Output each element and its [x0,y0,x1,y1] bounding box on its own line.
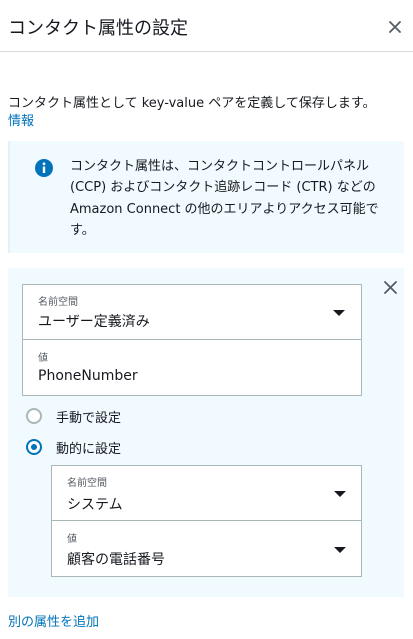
panel-title: コンタクト属性の設定 [8,18,188,39]
namespace-label: 名前空間 [38,297,78,308]
attribute-row: 名前空間 ユーザー定義済み 値 PhoneNumber 手動で設定 動的に設定 … [8,268,404,597]
radio-set-dynamically[interactable]: 動的に設定 [26,438,226,458]
dynamic-namespace-select[interactable]: 名前空間 システム [51,465,362,521]
radio-label: 手動で設定 [56,411,122,426]
radio-button-selected[interactable] [26,439,42,455]
chevron-down-icon [334,491,346,497]
add-attribute-link[interactable]: 別の属性を追加 [8,611,99,630]
radio-label: 動的に設定 [56,442,122,457]
key-input[interactable]: 値 PhoneNumber [22,340,362,396]
info-link[interactable]: 情報 [8,110,34,129]
close-panel-button[interactable] [384,16,406,38]
close-icon [389,21,401,33]
panel-description: コンタクト属性として key-value ペアを定義して保存します。 [8,96,376,111]
dynamic-value-value: 顧客の電話番号 [67,552,165,568]
info-alert: コンタクト属性は、コンタクトコントロールパネル (CCP) およびコンタクト追跡… [8,141,404,253]
dynamic-value-select[interactable]: 値 顧客の電話番号 [51,521,362,577]
chevron-down-icon [333,310,345,316]
contact-attributes-panel: コンタクト属性の設定 コンタクト属性として key-value ペアを定義して保… [0,0,413,639]
key-label: 値 [38,353,48,364]
panel-header: コンタクト属性の設定 [0,0,413,52]
chevron-down-icon [334,547,346,553]
key-value: PhoneNumber [38,368,138,384]
dynamic-value-label: 値 [67,534,77,545]
alert-message: コンタクト属性は、コンタクトコントロールパネル (CCP) およびコンタクト追跡… [70,159,379,238]
radio-set-manually[interactable]: 手動で設定 [26,407,226,427]
namespace-value: ユーザー定義済み [38,314,150,330]
dynamic-namespace-value: システム [67,497,123,513]
info-icon [34,158,54,178]
radio-button[interactable] [26,408,42,424]
dynamic-namespace-label: 名前空間 [67,478,107,489]
namespace-select[interactable]: 名前空間 ユーザー定義済み [22,284,362,340]
remove-attribute-button[interactable] [381,278,401,298]
close-icon [384,281,397,294]
